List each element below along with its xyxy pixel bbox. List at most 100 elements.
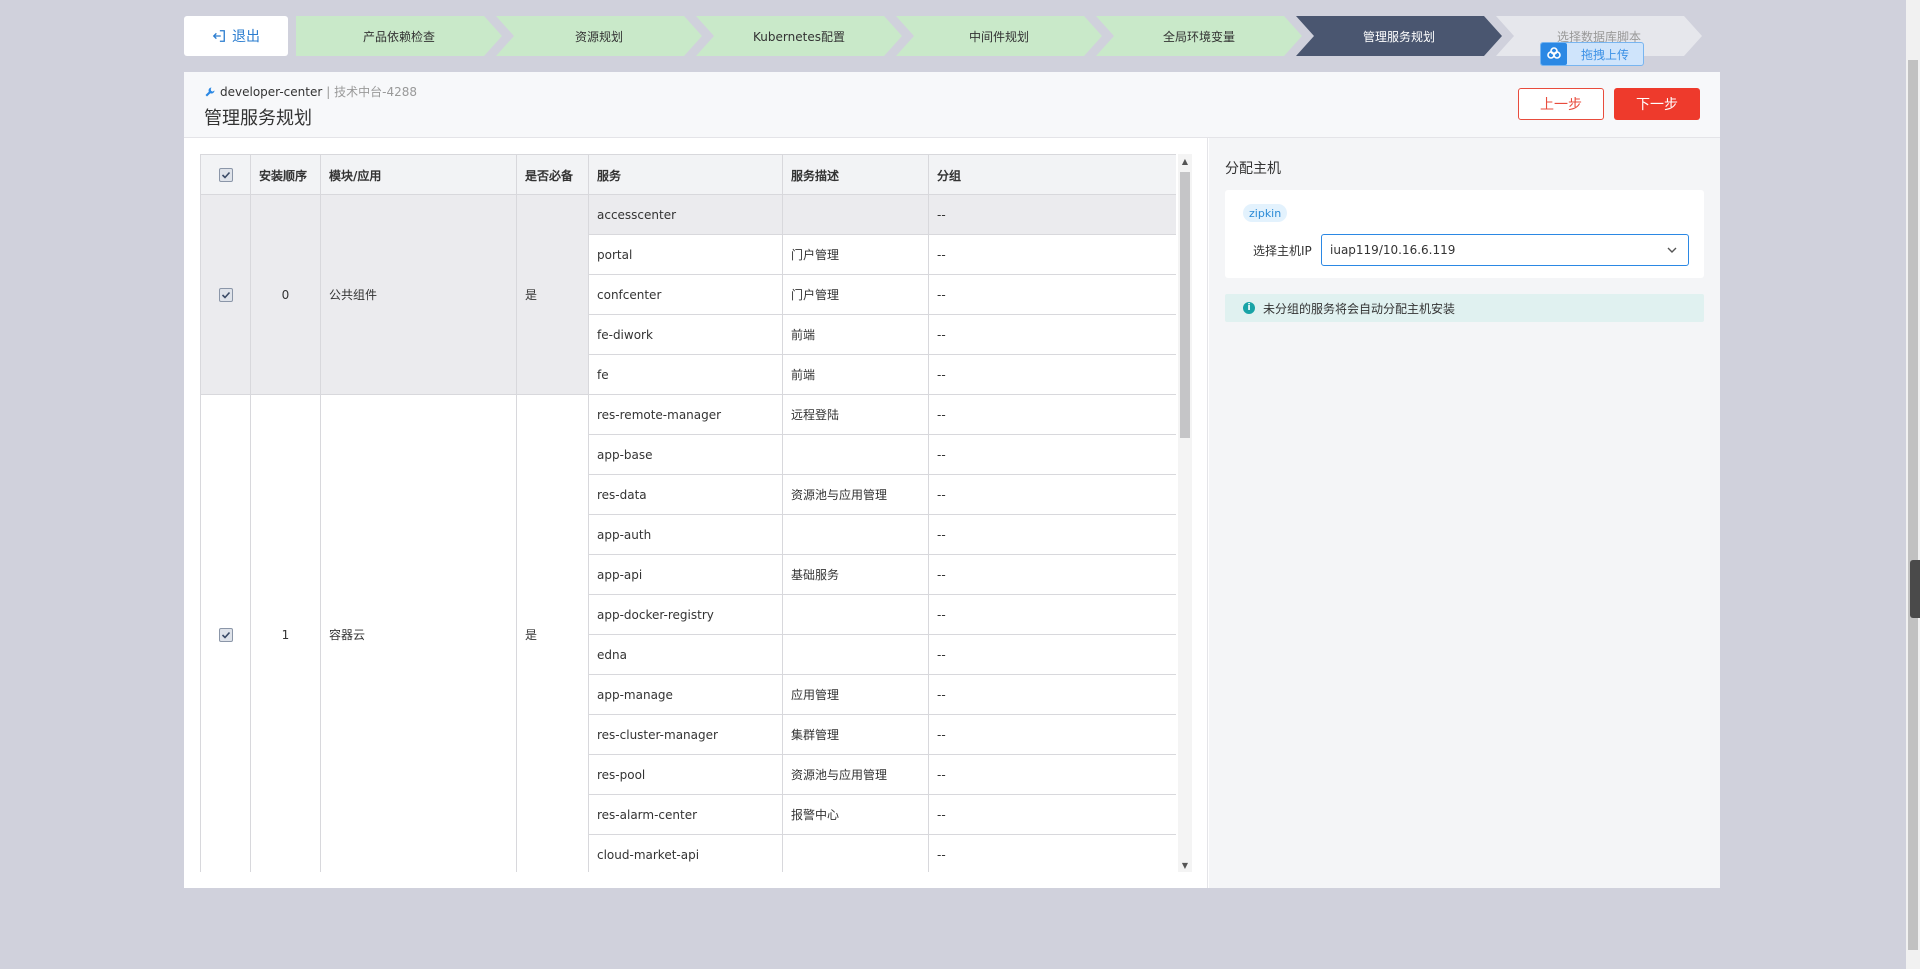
- exit-button[interactable]: 退出: [184, 16, 288, 56]
- row-desc: [783, 195, 929, 235]
- breadcrumb: developer-center | 技术中台-4288: [204, 83, 417, 100]
- step-label: Kubernetes配置: [753, 29, 845, 44]
- row-desc: [783, 515, 929, 555]
- row-desc: 应用管理: [783, 675, 929, 715]
- upload-badge[interactable]: 拖拽上传: [1540, 42, 1644, 66]
- row-service: app-manage: [589, 675, 783, 715]
- step-label: 管理服务规划: [1362, 29, 1435, 44]
- row-service: app-auth: [589, 515, 783, 555]
- info-icon: i: [1243, 302, 1255, 314]
- row-group: --: [929, 475, 1176, 515]
- group-order: 0: [251, 195, 321, 395]
- info-text: 未分组的服务将会自动分配主机安装: [1263, 301, 1456, 316]
- window-scrollbar[interactable]: [1906, 0, 1920, 969]
- prev-step-button[interactable]: 上一步: [1518, 88, 1604, 120]
- step-label: 中间件规划: [968, 29, 1029, 44]
- row-group: --: [929, 275, 1176, 315]
- row-service: res-cluster-manager: [589, 715, 783, 755]
- row-desc: [783, 435, 929, 475]
- group-module: 公共组件: [321, 195, 517, 395]
- step-label: 资源规划: [574, 29, 623, 44]
- group-module: 容器云: [321, 395, 517, 872]
- row-group: --: [929, 595, 1176, 635]
- row-group: --: [929, 675, 1176, 715]
- row-service: accesscenter: [589, 195, 783, 235]
- row-service: portal: [589, 235, 783, 275]
- row-group: --: [929, 795, 1176, 835]
- column-header: 安装顺序: [251, 155, 321, 195]
- group-checkbox[interactable]: [201, 195, 251, 395]
- row-group: --: [929, 235, 1176, 275]
- upload-label: 拖拽上传: [1581, 47, 1630, 62]
- select-all-checkbox[interactable]: [201, 155, 251, 195]
- logout-icon: [212, 30, 225, 42]
- row-desc: 门户管理: [783, 235, 929, 275]
- service-table: 安装顺序 模块/应用 是否必备 服务 服务描述 分组 0 公共组件是 accesscenter…: [200, 154, 1176, 872]
- service-tag: zipkin: [1243, 204, 1288, 222]
- row-service: edna: [589, 635, 783, 675]
- scroll-down-arrow-icon[interactable]: ▼: [1178, 858, 1192, 872]
- row-group: --: [929, 515, 1176, 555]
- row-service: res-pool: [589, 755, 783, 795]
- group-checkbox[interactable]: [201, 395, 251, 872]
- top-step-bar: 退出 产品依赖检查 资源规划 Kubernetes配置 中间件规划 全局环境变量 管理服务…: [184, 16, 1704, 56]
- row-group: --: [929, 435, 1176, 475]
- main-panel: developer-center | 技术中台-4288 管理服务规划 上一步 …: [184, 72, 1720, 888]
- step-5[interactable]: 管理服务规划: [1296, 16, 1502, 56]
- row-desc: 远程登陆: [783, 395, 929, 435]
- row-desc: 基础服务: [783, 555, 929, 595]
- row-desc: [783, 635, 929, 675]
- step-1[interactable]: 资源规划: [496, 16, 702, 56]
- row-group: --: [929, 395, 1176, 435]
- column-header: 是否必备: [517, 155, 589, 195]
- row-desc: 报警中心: [783, 795, 929, 835]
- side-drag-handle[interactable]: [1910, 560, 1920, 618]
- step-label: 全局环境变量: [1162, 29, 1235, 44]
- row-service: res-alarm-center: [589, 795, 783, 835]
- checkbox-checked-icon: [218, 168, 233, 182]
- step-4[interactable]: 全局环境变量: [1096, 16, 1302, 56]
- checkbox-checked-icon: [218, 627, 233, 642]
- window-scroll-thumb[interactable]: [1908, 60, 1918, 950]
- page-title: 管理服务规划: [204, 108, 312, 129]
- table-header: 安装顺序 模块/应用 是否必备 服务 服务描述 分组: [201, 155, 1176, 195]
- row-service: fe-diwork: [589, 315, 783, 355]
- scroll-up-arrow-icon[interactable]: ▲: [1178, 154, 1192, 168]
- step-2[interactable]: Kubernetes配置: [696, 16, 902, 56]
- steps: 产品依赖检查 资源规划 Kubernetes配置 中间件规划 全局环境变量 管理服务规划选…: [296, 16, 1696, 56]
- info-bar: i 未分组的服务将会自动分配主机安装: [1225, 294, 1704, 322]
- step-label: 产品依赖检查: [362, 29, 435, 44]
- row-service: confcenter: [589, 275, 783, 315]
- row-desc: 资源池与应用管理: [783, 755, 929, 795]
- column-header: 服务: [589, 155, 783, 195]
- row-group: --: [929, 835, 1176, 872]
- host-select-label: 选择主机IP: [1253, 244, 1312, 258]
- checkbox-checked-icon: [218, 287, 233, 302]
- row-group: --: [929, 755, 1176, 795]
- row-desc: [783, 595, 929, 635]
- table-scrollbar[interactable]: ▲ ▼: [1178, 154, 1192, 872]
- row-service: app-docker-registry: [589, 595, 783, 635]
- step-3[interactable]: 中间件规划: [896, 16, 1102, 56]
- row-group: --: [929, 635, 1176, 675]
- group-required: 是: [517, 195, 589, 395]
- row-desc: 前端: [783, 315, 929, 355]
- assign-title: 分配主机: [1225, 161, 1281, 177]
- column-header: 模块/应用: [321, 155, 517, 195]
- chevron-down-icon: [1667, 247, 1677, 253]
- crumb-name: developer-center: [220, 84, 323, 99]
- host-ip-select[interactable]: iuap119/10.16.6.119: [1321, 234, 1689, 266]
- baidu-cloud-icon: [1541, 43, 1567, 65]
- row-service: fe: [589, 355, 783, 395]
- group-order: 1: [251, 395, 321, 872]
- step-0[interactable]: 产品依赖检查: [296, 16, 502, 56]
- row-service: cloud-market-api: [589, 835, 783, 872]
- row-group: --: [929, 195, 1176, 235]
- crumb-sub: | 技术中台-4288: [326, 85, 417, 99]
- row-desc: 前端: [783, 355, 929, 395]
- table-scroll-thumb[interactable]: [1180, 172, 1190, 438]
- assign-card: zipkin 选择主机IP iuap119/10.16.6.119: [1225, 190, 1704, 278]
- next-step-button[interactable]: 下一步: [1614, 88, 1700, 120]
- row-service: app-api: [589, 555, 783, 595]
- row-group: --: [929, 555, 1176, 595]
